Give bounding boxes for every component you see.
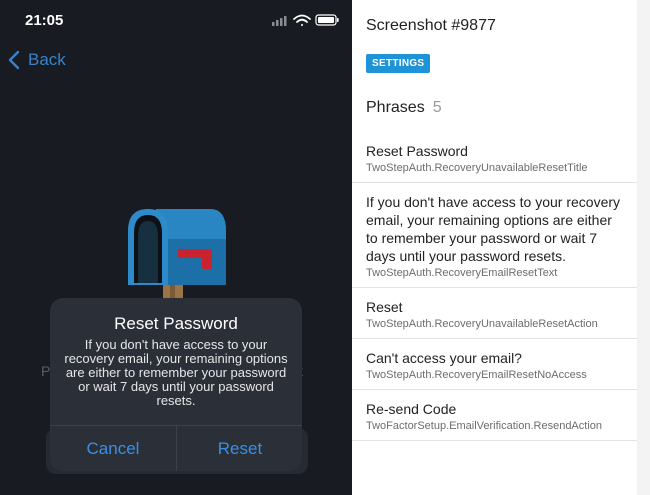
phrases-panel: Screenshot #9877 SETTINGS Phrases 5 Reset… xyxy=(352,0,650,495)
cancel-button[interactable]: Cancel xyxy=(50,426,176,471)
phrase-key: TwoStepAuth.RecoveryEmailResetNoAccess xyxy=(366,369,587,381)
phrase-item[interactable]: Reset TwoStepAuth.RecoveryUnavailableRes… xyxy=(352,288,637,339)
phrase-text: Re-send Code xyxy=(366,401,457,417)
phrase-text: Reset Password xyxy=(366,143,468,159)
phrases-count: 5 xyxy=(432,99,442,116)
back-label: Back xyxy=(28,50,66,69)
chevron-left-icon xyxy=(8,50,20,70)
status-icons xyxy=(272,14,339,26)
phrase-key: TwoStepAuth.RecoveryUnavailableResetTitl… xyxy=(366,162,588,174)
phrase-text: If you don't have access to your recover… xyxy=(366,194,621,264)
reset-button[interactable]: Reset xyxy=(177,426,303,471)
phrase-key: TwoStepAuth.RecoveryUnavailableResetActi… xyxy=(366,318,598,330)
panel-scroll-gutter xyxy=(637,0,650,495)
signal-icon xyxy=(272,16,287,26)
back-button[interactable]: Back xyxy=(8,50,66,70)
battery-icon xyxy=(315,14,339,26)
status-time: 21:05 xyxy=(25,12,64,29)
mailbox-illustration xyxy=(118,203,228,308)
phrase-item[interactable]: Re-send Code TwoFactorSetup.EmailVerific… xyxy=(352,390,637,441)
settings-tag[interactable]: SETTINGS xyxy=(366,54,431,73)
phone-screen: 21:05 Back P Reset Password If you don't… xyxy=(0,0,352,495)
phrase-text: Can't access your email? xyxy=(366,350,522,366)
phrase-key: TwoStepAuth.RecoveryEmailResetText xyxy=(366,267,558,279)
alert-message: If you don't have access to your recover… xyxy=(64,337,288,408)
phrases-label: Phrases xyxy=(366,99,425,116)
phrases-header: Phrases 5 xyxy=(366,99,442,117)
phrase-key: TwoFactorSetup.EmailVerification.ResendA… xyxy=(366,420,603,432)
phrase-item[interactable]: Reset Password TwoStepAuth.RecoveryUnava… xyxy=(352,132,637,183)
alert-title: Reset Password xyxy=(114,314,238,333)
phrase-text: Reset xyxy=(366,299,403,315)
phrase-item[interactable]: Can't access your email? TwoStepAuth.Rec… xyxy=(352,339,637,390)
phrase-item[interactable]: If you don't have access to your recover… xyxy=(352,183,637,288)
background-text-left: P xyxy=(41,363,51,379)
reset-password-alert: Reset Password If you don't have access … xyxy=(50,298,302,471)
phrases-list: Reset Password TwoStepAuth.RecoveryUnava… xyxy=(352,132,637,441)
wifi-icon xyxy=(293,14,311,26)
screenshot-title: Screenshot #9877 xyxy=(366,17,496,34)
